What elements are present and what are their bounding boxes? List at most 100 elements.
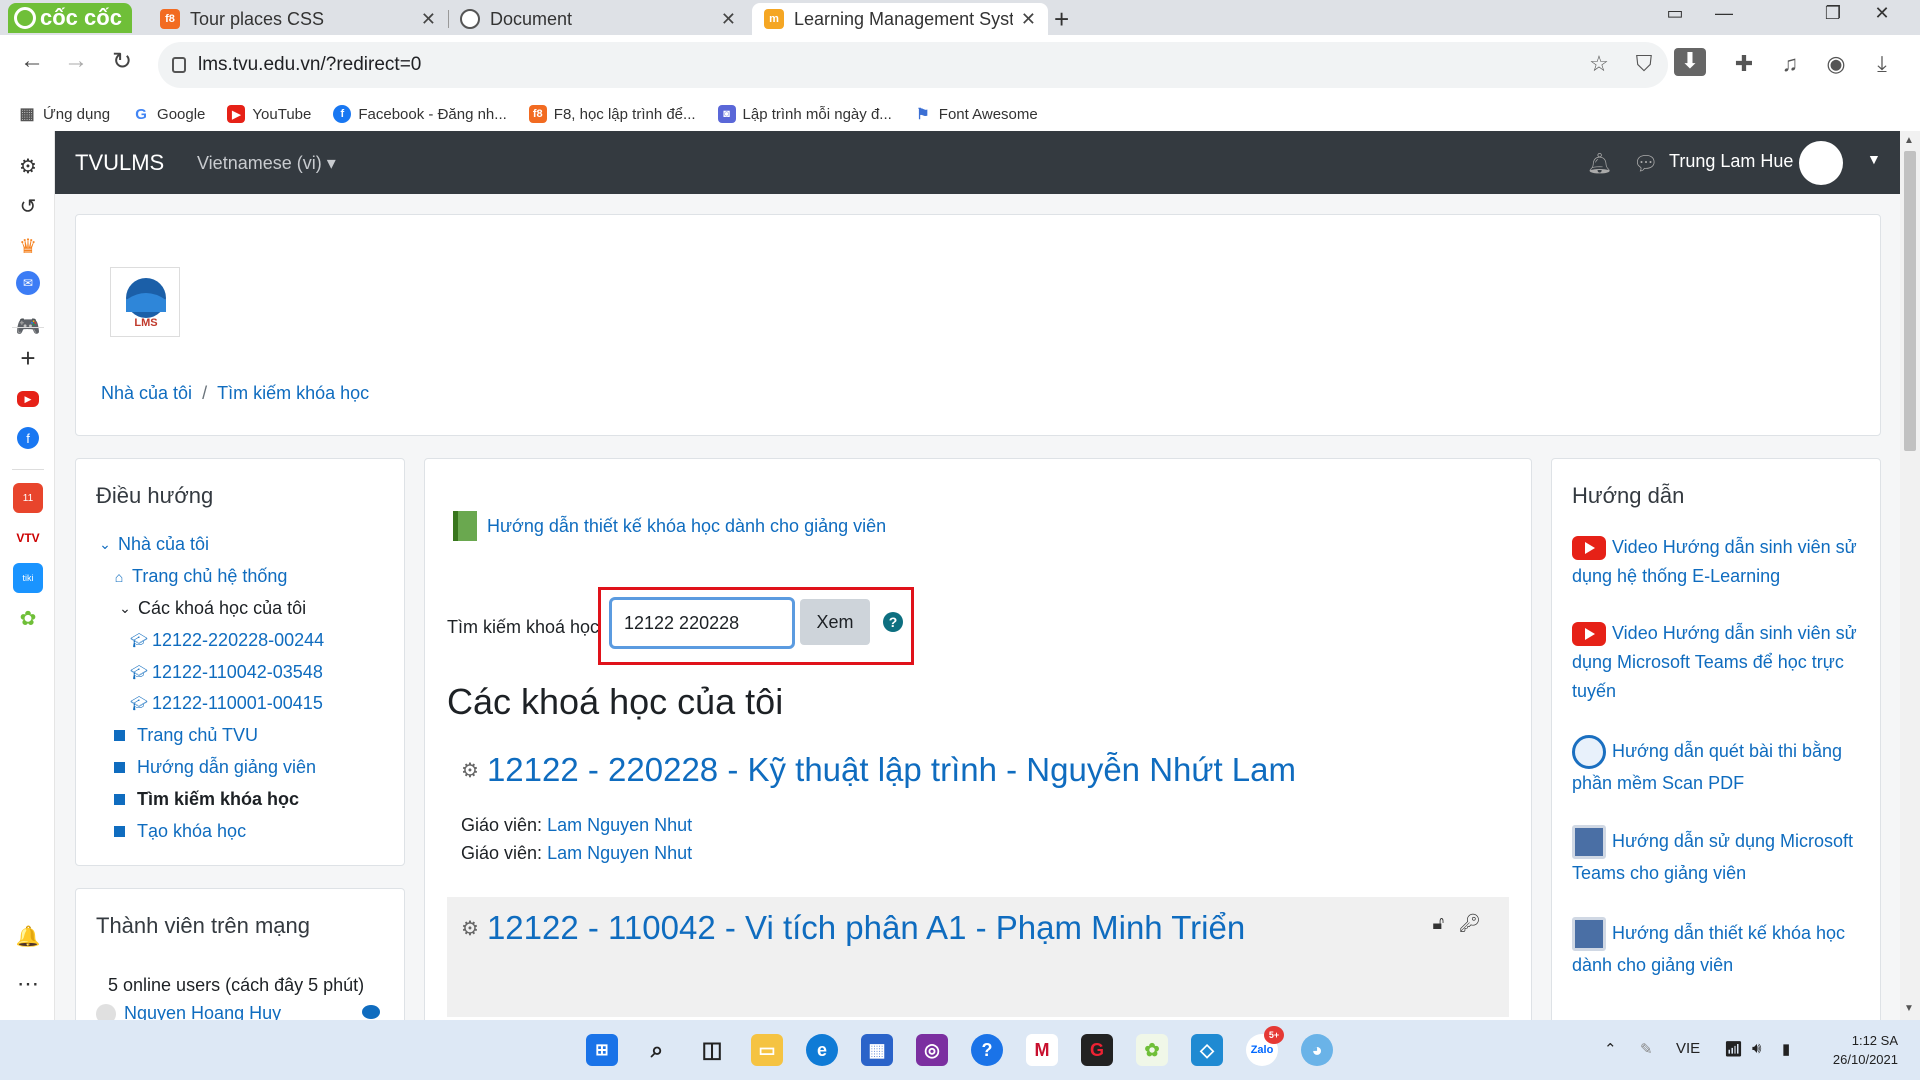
url-field[interactable]: lms.tvu.edu.vn/?redirect=0 [158, 42, 1668, 88]
nav-item-my-courses[interactable]: ⌄ Các khoá học của tôi [96, 593, 324, 625]
bookmark-star-icon[interactable]: ☆ [1583, 51, 1615, 77]
windows-start-icon[interactable]: ⊞ [586, 1034, 618, 1066]
language-menu[interactable]: Vietnamese (vi) ▾ [197, 153, 336, 174]
pen-icon[interactable]: ✎ [1640, 1040, 1653, 1058]
back-button[interactable]: ← [14, 47, 50, 75]
office-icon[interactable]: ◎ [916, 1034, 948, 1066]
help-link-teams-teacher[interactable]: Hướng dẫn sử dụng Microsoft Teams cho gi… [1572, 825, 1872, 888]
teacher-link[interactable]: Lam Nguyen Nhut [547, 843, 692, 863]
volume-icon[interactable]: 🔊︎ [1752, 1040, 1761, 1057]
nav-item-course-1[interactable]: 🎓︎ 12122-220228-00244 [96, 624, 324, 656]
new-tab-button[interactable]: + [1054, 4, 1069, 35]
facebook-icon[interactable]: f [17, 427, 39, 449]
help-icon[interactable]: ? [883, 612, 903, 632]
search-tabs-icon[interactable]: ▭ [1655, 3, 1695, 24]
site-brand[interactable]: TVULMS [75, 150, 164, 176]
extensions-icon[interactable]: ✚ [1728, 51, 1760, 77]
language-indicator[interactable]: VIE [1676, 1040, 1700, 1057]
notification-bell-icon[interactable]: 🔔︎ [1587, 151, 1612, 176]
music-icon[interactable]: ♫ [1774, 51, 1806, 77]
close-tab-icon[interactable]: ✕ [421, 9, 436, 30]
bookmark-f8[interactable]: f8 F8, học lập trình để... [528, 105, 696, 123]
teacher-link[interactable]: Lam Nguyen Nhut [547, 815, 692, 835]
message-icon[interactable] [362, 1005, 380, 1019]
breadcrumb-search[interactable]: Tìm kiếm khóa học [217, 383, 369, 404]
bookmark-youtube[interactable]: ▶ YouTube [227, 105, 311, 123]
search-button[interactable]: Xem [800, 599, 870, 645]
coccoc-icon[interactable]: ✿ [1136, 1034, 1168, 1066]
user-menu-caret-icon[interactable]: ▼ [1867, 151, 1881, 167]
vtv-icon[interactable]: VTV [13, 523, 43, 553]
unlock-icon[interactable]: 🔓︎ [1432, 913, 1444, 934]
youtube-icon[interactable]: ▶ [17, 391, 39, 407]
coccoc-icon[interactable]: ✿ [13, 603, 43, 633]
mcafee-icon[interactable]: M [1026, 1034, 1058, 1066]
crown-icon[interactable]: ♛ [13, 231, 43, 261]
notification-bell-icon[interactable]: 🔔 [13, 921, 43, 951]
settings-gear-icon[interactable]: ⚙ [13, 151, 43, 181]
wifi-icon[interactable]: 📶︎ [1724, 1040, 1743, 1058]
bookmark-fontawesome[interactable]: ⚑ Font Awesome [914, 105, 1038, 124]
gamepad-icon[interactable]: 🎮 [13, 311, 43, 341]
battery-icon[interactable]: ▮ [1782, 1040, 1790, 1058]
file-explorer-icon[interactable]: ▭ [751, 1034, 783, 1066]
downloads-icon[interactable]: ⤓ [1866, 51, 1898, 77]
course-link[interactable]: ⚙︎ 12122 - 220228 - Kỹ thuật lập trình - … [461, 751, 1296, 789]
search-icon[interactable]: ⌕ [641, 1034, 673, 1066]
profile-icon[interactable]: ◉ [1820, 51, 1852, 77]
breadcrumb-home[interactable]: Nhà của tôi [101, 383, 192, 404]
course-search-input[interactable] [609, 597, 795, 649]
close-window-button[interactable]: ✕ [1862, 3, 1902, 24]
nav-item-create-course[interactable]: Tạo khóa học [96, 815, 324, 847]
help-link-course-design[interactable]: Hướng dẫn thiết kế khóa học dành cho giả… [1572, 917, 1872, 980]
scroll-up-icon[interactable]: ▲ [1904, 135, 1914, 146]
messages-icon[interactable]: 💬︎ [1633, 151, 1658, 176]
bookmark-google[interactable]: G Google [132, 105, 205, 123]
close-tab-icon[interactable]: ✕ [1021, 9, 1036, 30]
help-link-scan-pdf[interactable]: Hướng dẫn quét bài thi bằng phần mềm Sca… [1572, 735, 1872, 798]
user-name[interactable]: Trung Lam Hue [1669, 151, 1793, 172]
system-clock[interactable]: 1:12 SA 26/10/2021 [1833, 1031, 1898, 1069]
minimize-button[interactable]: — [1704, 3, 1744, 24]
shopee-icon[interactable]: 11 [13, 483, 43, 513]
add-icon[interactable]: + [13, 343, 43, 373]
help-link-elearning-video[interactable]: Video Hướng dẫn sinh viên sử dụng hệ thố… [1572, 533, 1872, 591]
vscode-icon[interactable]: ◇ [1191, 1034, 1223, 1066]
tab-tour-places[interactable]: f8 Tour places CSS ✕ [148, 3, 448, 35]
bookmark-apps[interactable]: ▦ Ứng dụng [18, 105, 110, 124]
game-icon[interactable]: ◕ [1301, 1034, 1333, 1066]
nav-item-tvu-home[interactable]: Trang chủ TVU [96, 720, 324, 752]
download-page-icon[interactable]: ⬇ [1674, 48, 1706, 76]
nav-item-course-search[interactable]: Tìm kiếm khóa học [96, 783, 324, 815]
page-scrollbar[interactable]: ▲ ▼ [1900, 131, 1920, 1020]
course-link[interactable]: ⚙︎ 12122 - 110042 - Vi tích phân A1 - Phạ… [461, 909, 1245, 947]
tray-chevron-up-icon[interactable]: ⌃ [1604, 1040, 1617, 1058]
reload-button[interactable]: ↻ [104, 47, 140, 76]
help-app-icon[interactable]: ? [971, 1034, 1003, 1066]
tab-lms[interactable]: m Learning Management System ✕ [752, 3, 1048, 35]
forward-button[interactable]: → [58, 47, 94, 75]
teacher-guide-link[interactable]: Hướng dẫn thiết kế khóa học dành cho giả… [453, 511, 886, 541]
more-icon[interactable]: ⋯ [13, 969, 43, 999]
avatar[interactable] [1799, 141, 1843, 185]
garena-icon[interactable]: G [1081, 1034, 1113, 1066]
messenger-icon[interactable]: ✉ [16, 271, 40, 295]
lms-logo[interactable]: LMS [110, 267, 180, 337]
nav-item-site-home[interactable]: ⌂ Trang chủ hệ thống [96, 561, 324, 593]
tab-document[interactable]: Document ✕ [448, 3, 748, 35]
nav-item-home[interactable]: ⌄ Nhà của tôi [96, 529, 324, 561]
history-icon[interactable]: ↺ [13, 191, 43, 221]
coccoc-menu-button[interactable]: cốc cốc [8, 3, 132, 33]
key-icon[interactable]: 🔑︎ [1458, 913, 1481, 934]
edge-icon[interactable]: e [806, 1034, 838, 1066]
nav-item-teacher-guide[interactable]: Hướng dẫn giảng viên [96, 752, 324, 784]
store-icon[interactable]: ▦ [861, 1034, 893, 1066]
nav-item-course-2[interactable]: 🎓︎ 12122-110042-03548 [96, 656, 324, 688]
bookmark-facebook[interactable]: f Facebook - Đăng nh... [333, 105, 507, 123]
bookmark-daily-code[interactable]: ◙ Lập trình mỗi ngày đ... [717, 105, 892, 123]
task-view-icon[interactable]: ◫ [696, 1034, 728, 1066]
maximize-button[interactable]: ❐ [1813, 3, 1853, 24]
nav-item-course-3[interactable]: 🎓︎ 12122-110001-00415 [96, 688, 324, 720]
help-link-teams-video[interactable]: Video Hướng dẫn sinh viên sử dụng Micros… [1572, 619, 1872, 706]
scroll-thumb[interactable] [1904, 151, 1916, 451]
